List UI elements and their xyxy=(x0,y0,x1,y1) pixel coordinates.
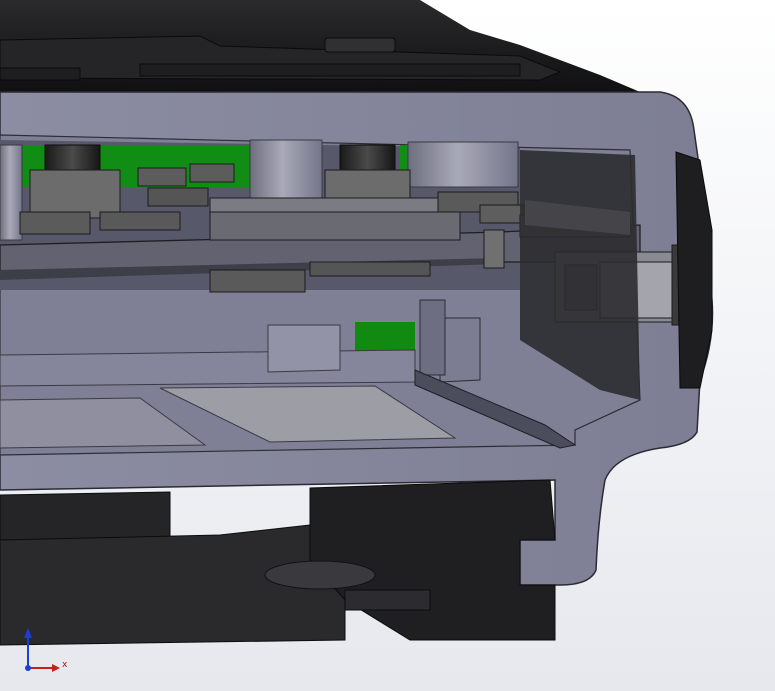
chip-h xyxy=(19,211,91,235)
switch-body-right xyxy=(324,169,411,201)
triad-origin xyxy=(25,665,31,671)
inner-pillar xyxy=(439,317,481,383)
chip-b xyxy=(189,163,235,183)
inner-pillar-2 xyxy=(419,299,446,376)
cad-section-view xyxy=(0,0,775,691)
top-key-2 xyxy=(139,63,521,77)
triad-x-label: x xyxy=(62,660,68,670)
post-center xyxy=(249,139,323,201)
connector-stub xyxy=(483,229,505,269)
knob-right xyxy=(339,144,396,174)
chip-large-top xyxy=(209,197,461,213)
post-left xyxy=(0,144,23,241)
knob-left xyxy=(44,144,101,174)
post-right xyxy=(407,141,519,188)
chip-c xyxy=(147,187,209,207)
top-key-1 xyxy=(324,37,396,53)
switch-body-left xyxy=(29,169,121,219)
lower-shelf xyxy=(0,349,416,387)
inner-step xyxy=(267,324,341,373)
cad-viewport[interactable]: x xyxy=(0,0,775,691)
base-foot-pad xyxy=(264,560,376,590)
chip-under xyxy=(209,269,306,293)
top-key-3 xyxy=(0,67,81,81)
chip-a xyxy=(137,167,187,187)
base-rail xyxy=(344,589,431,611)
chip-under-2 xyxy=(309,261,431,277)
chip-g xyxy=(99,211,181,231)
